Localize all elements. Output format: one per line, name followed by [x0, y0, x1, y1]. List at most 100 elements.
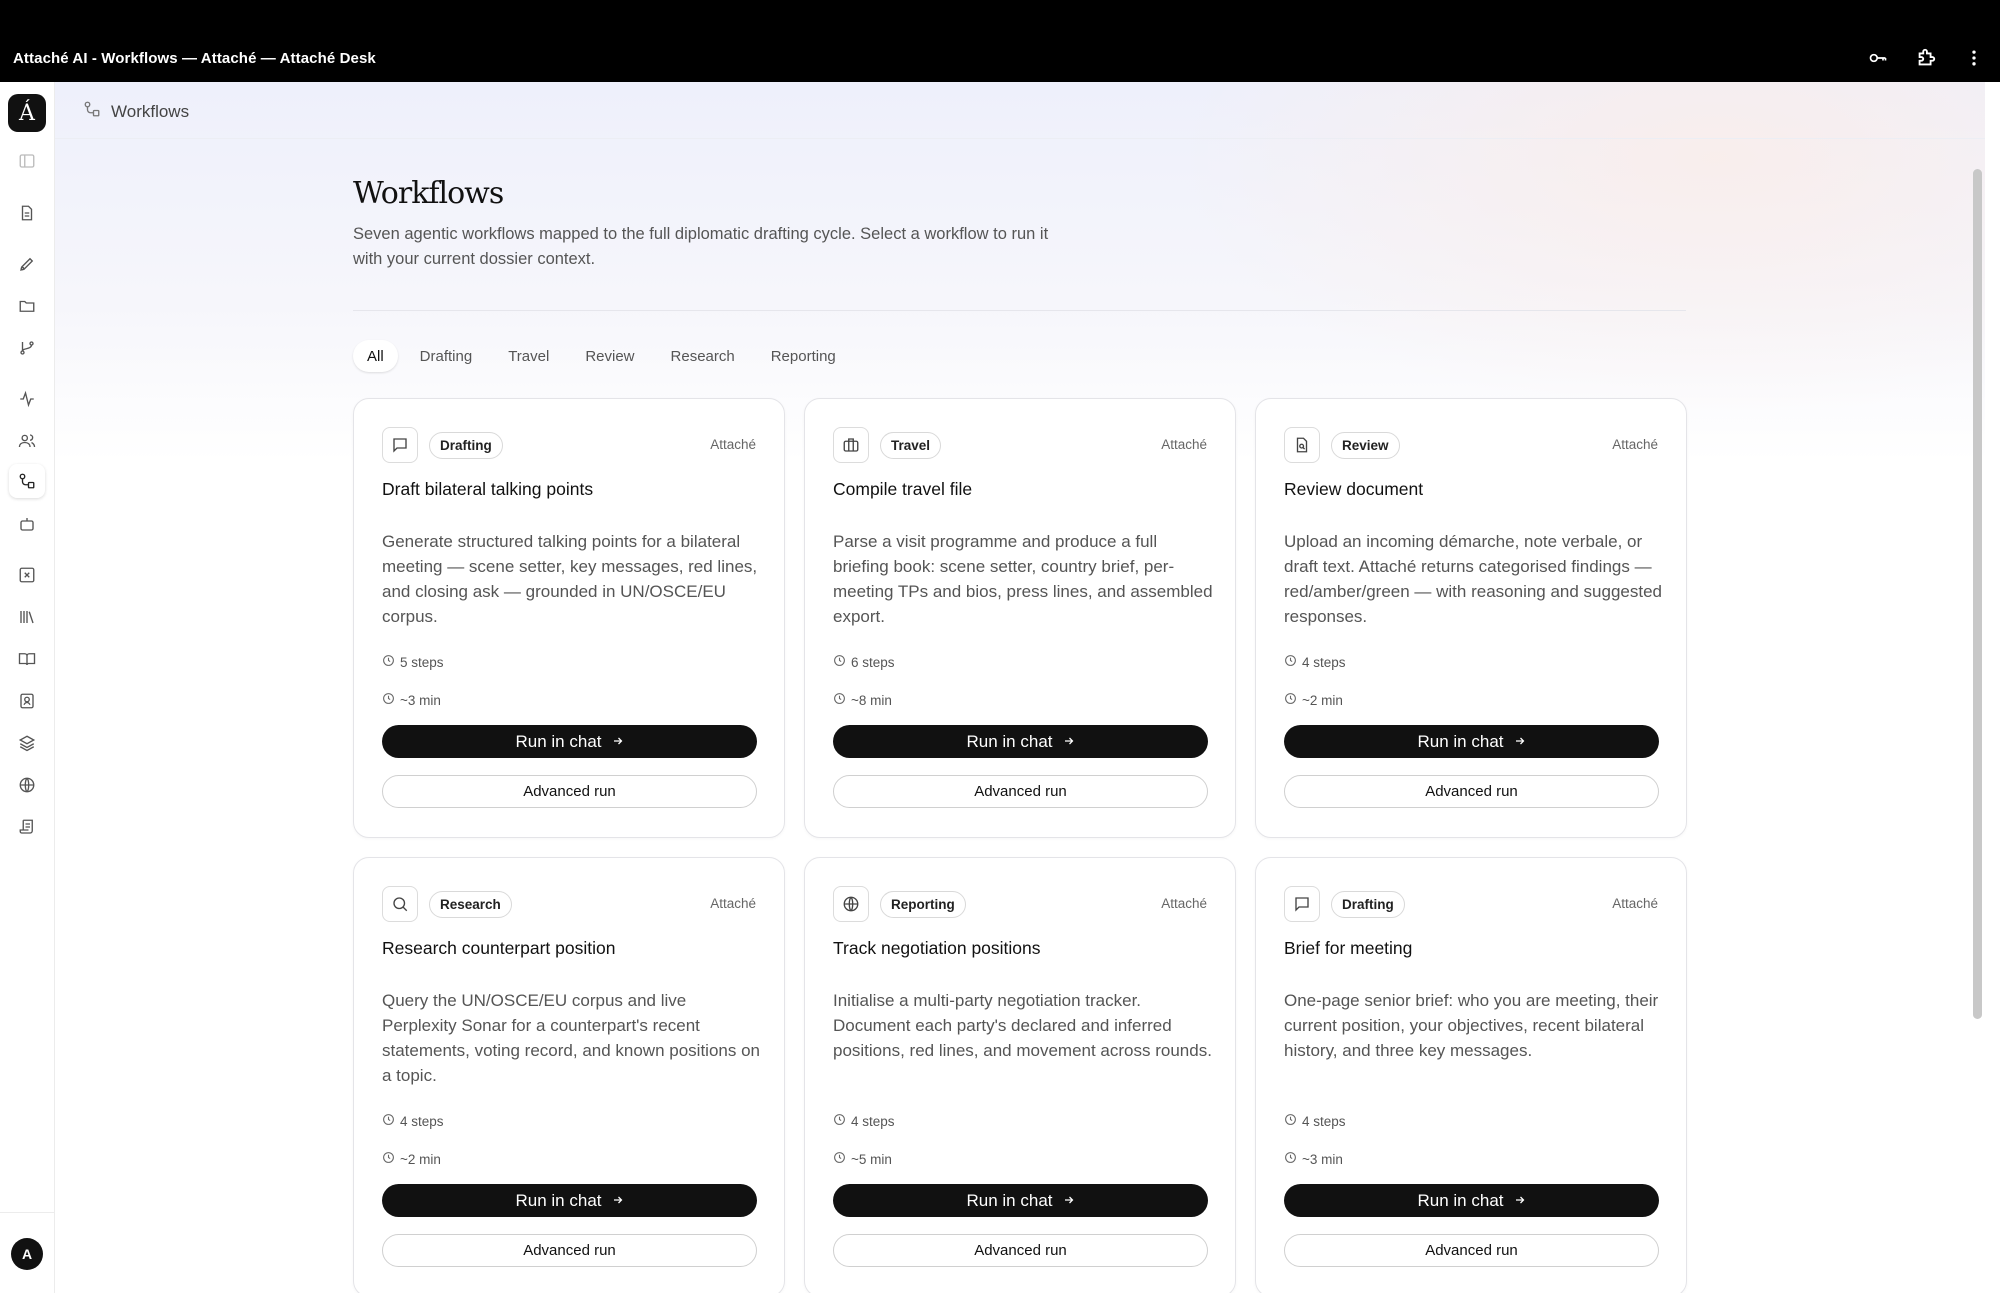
filter-tab-reporting[interactable]: Reporting [757, 340, 850, 372]
duration-label: ~3 min [400, 692, 441, 708]
briefcase-icon [833, 427, 869, 463]
clock-icon [1284, 1113, 1297, 1129]
sidebar-divider [0, 1212, 55, 1213]
header-divider [55, 138, 1985, 139]
card-duration: ~8 min [833, 692, 892, 708]
search-icon [382, 886, 418, 922]
avatar[interactable]: A [11, 1238, 43, 1270]
section-divider [353, 310, 1686, 311]
clock-icon [833, 654, 846, 670]
steps-label: 4 steps [1302, 1113, 1346, 1129]
contact-book-icon[interactable] [13, 687, 41, 715]
run-label: Run in chat [1417, 731, 1504, 751]
run-in-chat-button[interactable]: Run in chat [1284, 1184, 1659, 1217]
duration-label: ~8 min [851, 692, 892, 708]
filter-tab-travel[interactable]: Travel [494, 340, 563, 372]
clock-icon [1284, 654, 1297, 670]
arrow-right-icon [612, 732, 624, 752]
branch-icon[interactable] [13, 334, 41, 362]
filter-tab-research[interactable]: Research [657, 340, 749, 372]
advanced-run-button[interactable]: Advanced run [1284, 1234, 1659, 1267]
category-tag: Reporting [880, 891, 966, 918]
run-in-chat-button[interactable]: Run in chat [833, 725, 1208, 758]
card-steps: 4 steps [833, 1113, 895, 1129]
extension-puzzle-icon[interactable] [1914, 46, 1938, 70]
card-title: Track negotiation positions [833, 938, 1041, 958]
document-icon[interactable] [13, 199, 41, 227]
card-owner: Attaché [1161, 437, 1207, 452]
filter-tab-review[interactable]: Review [571, 340, 648, 372]
duration-label: ~5 min [851, 1151, 892, 1167]
pen-icon[interactable] [13, 250, 41, 278]
folder-icon[interactable] [13, 292, 41, 320]
card-description: Generate structured talking points for a… [382, 532, 758, 626]
duration-label: ~2 min [1302, 692, 1343, 708]
users-icon[interactable] [13, 427, 41, 455]
arrow-right-icon [1514, 1191, 1526, 1211]
card-description: Initialise a multi-party negotiation tra… [833, 991, 1212, 1060]
breadcrumb: Workflows [83, 100, 189, 123]
layers-icon[interactable] [13, 729, 41, 757]
card-description: Parse a visit programme and produce a fu… [833, 532, 1213, 626]
filter-tab-drafting[interactable]: Drafting [406, 340, 487, 372]
workflow-icon [83, 100, 101, 123]
clock-icon [833, 692, 846, 708]
clock-icon [1284, 692, 1297, 708]
card-steps: 5 steps [382, 654, 444, 670]
run-label: Run in chat [966, 1190, 1053, 1210]
scrollbar[interactable] [1973, 169, 1982, 1019]
advanced-run-button[interactable]: Advanced run [382, 1234, 757, 1267]
scroll-icon[interactable] [13, 813, 41, 841]
arrow-right-icon [612, 1191, 624, 1211]
card-description: Upload an incoming démarche, note verbal… [1284, 532, 1663, 626]
app-logo[interactable]: Á [8, 94, 46, 132]
clock-icon [1284, 1151, 1297, 1167]
breadcrumb-label: Workflows [111, 101, 190, 121]
run-in-chat-button[interactable]: Run in chat [382, 725, 757, 758]
advanced-run-button[interactable]: Advanced run [833, 1234, 1208, 1267]
run-in-chat-button[interactable]: Run in chat [382, 1184, 757, 1217]
run-label: Run in chat [966, 731, 1053, 751]
bot-icon[interactable] [13, 510, 41, 538]
page-title: Workflows [353, 176, 504, 211]
run-in-chat-button[interactable]: Run in chat [1284, 725, 1659, 758]
x-square-icon[interactable] [13, 561, 41, 589]
run-in-chat-button[interactable]: Run in chat [833, 1184, 1208, 1217]
card-owner: Attaché [1161, 896, 1207, 911]
sidebar-toggle-icon[interactable] [13, 147, 41, 175]
clock-icon [382, 1113, 395, 1129]
duration-label: ~3 min [1302, 1151, 1343, 1167]
globe-icon [833, 886, 869, 922]
kebab-menu-icon[interactable] [1962, 46, 1986, 70]
card-owner: Attaché [1612, 896, 1658, 911]
card-steps: 4 steps [382, 1113, 444, 1129]
key-icon[interactable] [1866, 46, 1890, 70]
chat-icon [1284, 886, 1320, 922]
filter-tab-all[interactable]: All [353, 340, 398, 372]
steps-label: 4 steps [851, 1113, 895, 1129]
workflow-card: Research Attaché Research counterpart po… [353, 857, 785, 1293]
advanced-run-button[interactable]: Advanced run [382, 775, 757, 808]
clock-icon [382, 1151, 395, 1167]
steps-label: 6 steps [851, 654, 895, 670]
library-icon[interactable] [13, 603, 41, 631]
clock-icon [833, 1151, 846, 1167]
card-title: Review document [1284, 479, 1424, 499]
card-duration: ~3 min [1284, 1151, 1343, 1167]
category-tag: Travel [880, 432, 942, 459]
main-content: Workflows Workflows Seven agentic workfl… [55, 82, 1985, 1293]
page-subtitle: Seven agentic workflows mapped to the fu… [353, 225, 1049, 268]
advanced-run-button[interactable]: Advanced run [833, 775, 1208, 808]
run-label: Run in chat [1417, 1190, 1504, 1210]
activity-icon[interactable] [13, 385, 41, 413]
advanced-run-button[interactable]: Advanced run [1284, 775, 1659, 808]
filter-tabs: All Drafting Travel Review Research Repo… [353, 340, 850, 372]
book-open-icon[interactable] [13, 645, 41, 673]
card-title: Draft bilateral talking points [382, 479, 594, 499]
globe-icon[interactable] [13, 771, 41, 799]
card-duration: ~2 min [1284, 692, 1343, 708]
card-owner: Attaché [1612, 437, 1658, 452]
workflow-icon[interactable] [9, 464, 45, 498]
clock-icon [833, 1113, 846, 1129]
window-titlebar: Attaché AI - Workflows — Attaché — Attac… [0, 0, 2000, 82]
